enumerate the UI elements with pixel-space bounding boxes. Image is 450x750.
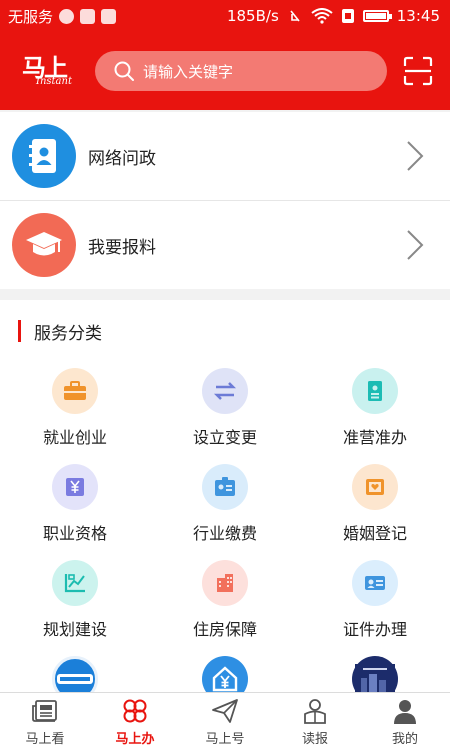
search-placeholder: 请输入关键字 xyxy=(143,62,234,81)
service-housing-security[interactable]: 住房保障 xyxy=(150,560,300,640)
briefcase-icon xyxy=(52,368,98,414)
heart-certificate-icon xyxy=(352,464,398,510)
service-label: 行业缴费 xyxy=(192,524,257,543)
network-speed: 185B/s xyxy=(226,7,279,25)
nav-mine[interactable]: 我的 xyxy=(360,693,450,750)
app-logo[interactable]: 马上 Instant xyxy=(0,32,90,110)
entry-label: 我要报料 xyxy=(88,237,156,258)
service-qualification[interactable]: 职业资格 xyxy=(0,464,150,544)
chart-ruler-icon xyxy=(52,560,98,606)
service-label: 准营准办 xyxy=(342,428,407,447)
swap-arrows-icon xyxy=(202,368,248,414)
status-bar: 无服务 185B/s 13:45 xyxy=(0,0,450,32)
nav-label: 马上办 xyxy=(115,731,155,747)
service-label: 住房保障 xyxy=(192,620,257,639)
paper-plane-icon xyxy=(212,698,238,723)
entry-label: 网络问政 xyxy=(88,148,156,169)
nav-label: 我的 xyxy=(391,731,418,747)
nav-label: 读报 xyxy=(301,731,328,747)
service-label: 设立变更 xyxy=(192,428,257,447)
clover-icon xyxy=(123,699,147,722)
service-establish-change[interactable]: 设立变更 xyxy=(150,368,300,448)
nav-label: 马上看 xyxy=(25,731,65,747)
chevron-right-icon xyxy=(407,230,424,260)
service-label: 职业资格 xyxy=(42,524,107,543)
carrier-text: 无服务 xyxy=(8,7,54,26)
entry-submit-report[interactable]: 我要报料 xyxy=(0,201,450,289)
battery-icon xyxy=(362,10,392,22)
yen-card-icon xyxy=(52,464,98,510)
nav-handle-now[interactable]: 马上办 xyxy=(90,693,180,750)
id-badge-icon xyxy=(202,464,248,510)
bottom-navigation: 马上看 马上办 马上号 读报 我的 xyxy=(0,692,450,750)
chevron-right-icon xyxy=(407,141,424,171)
search-icon xyxy=(114,61,134,81)
service-certificate-processing[interactable]: 证件办理 xyxy=(300,560,450,640)
building-icon xyxy=(202,560,248,606)
graduation-cap-icon xyxy=(12,213,76,277)
reader-icon xyxy=(304,698,326,724)
app-header: 马上 Instant 请输入关键字 xyxy=(0,32,450,110)
gallery-icon xyxy=(101,8,117,24)
id-card-icon xyxy=(352,560,398,606)
service-categories: 服务分类 就业创业 设立变更 准营准办 职业资格 行业缴费 婚姻登记 规划建设 … xyxy=(0,300,450,702)
service-industry-fees[interactable]: 行业缴费 xyxy=(150,464,300,544)
newspaper-icon xyxy=(32,699,57,722)
logo-en-text: Instant xyxy=(36,76,72,87)
service-label: 就业创业 xyxy=(42,428,107,447)
user-icon xyxy=(394,699,416,724)
section-title: 服务分类 xyxy=(18,318,102,344)
vibrate-off-icon xyxy=(290,10,300,22)
service-label: 规划建设 xyxy=(42,620,107,639)
address-book-icon xyxy=(12,124,76,188)
moon-icon xyxy=(59,8,75,24)
nav-read-paper[interactable]: 读报 xyxy=(270,693,360,750)
scan-icon[interactable] xyxy=(403,56,433,86)
title-accent-bar xyxy=(18,320,21,342)
nav-label: 马上号 xyxy=(205,731,245,747)
app-screen: 无服务 185B/s 13:45 马上 Instant 请输入关键字 网络问政 … xyxy=(0,0,450,750)
section-title-text: 服务分类 xyxy=(34,323,102,344)
service-label: 婚姻登记 xyxy=(342,524,407,543)
entry-network-inquiry[interactable]: 网络问政 xyxy=(0,112,450,200)
clock-text: 13:45 xyxy=(396,7,440,25)
nav-watch-now[interactable]: 马上看 xyxy=(0,693,90,750)
sim-icon xyxy=(341,9,354,23)
health-app-icon xyxy=(80,8,96,24)
search-bar[interactable]: 请输入关键字 xyxy=(95,51,387,91)
nav-account[interactable]: 马上号 xyxy=(180,693,270,750)
permit-doc-icon xyxy=(352,368,398,414)
wifi-icon xyxy=(311,8,333,24)
service-label: 证件办理 xyxy=(342,620,407,639)
service-planning-construction[interactable]: 规划建设 xyxy=(0,560,150,640)
service-employment[interactable]: 就业创业 xyxy=(0,368,150,448)
service-marriage-registration[interactable]: 婚姻登记 xyxy=(300,464,450,544)
service-business-permit[interactable]: 准营准办 xyxy=(300,368,450,448)
